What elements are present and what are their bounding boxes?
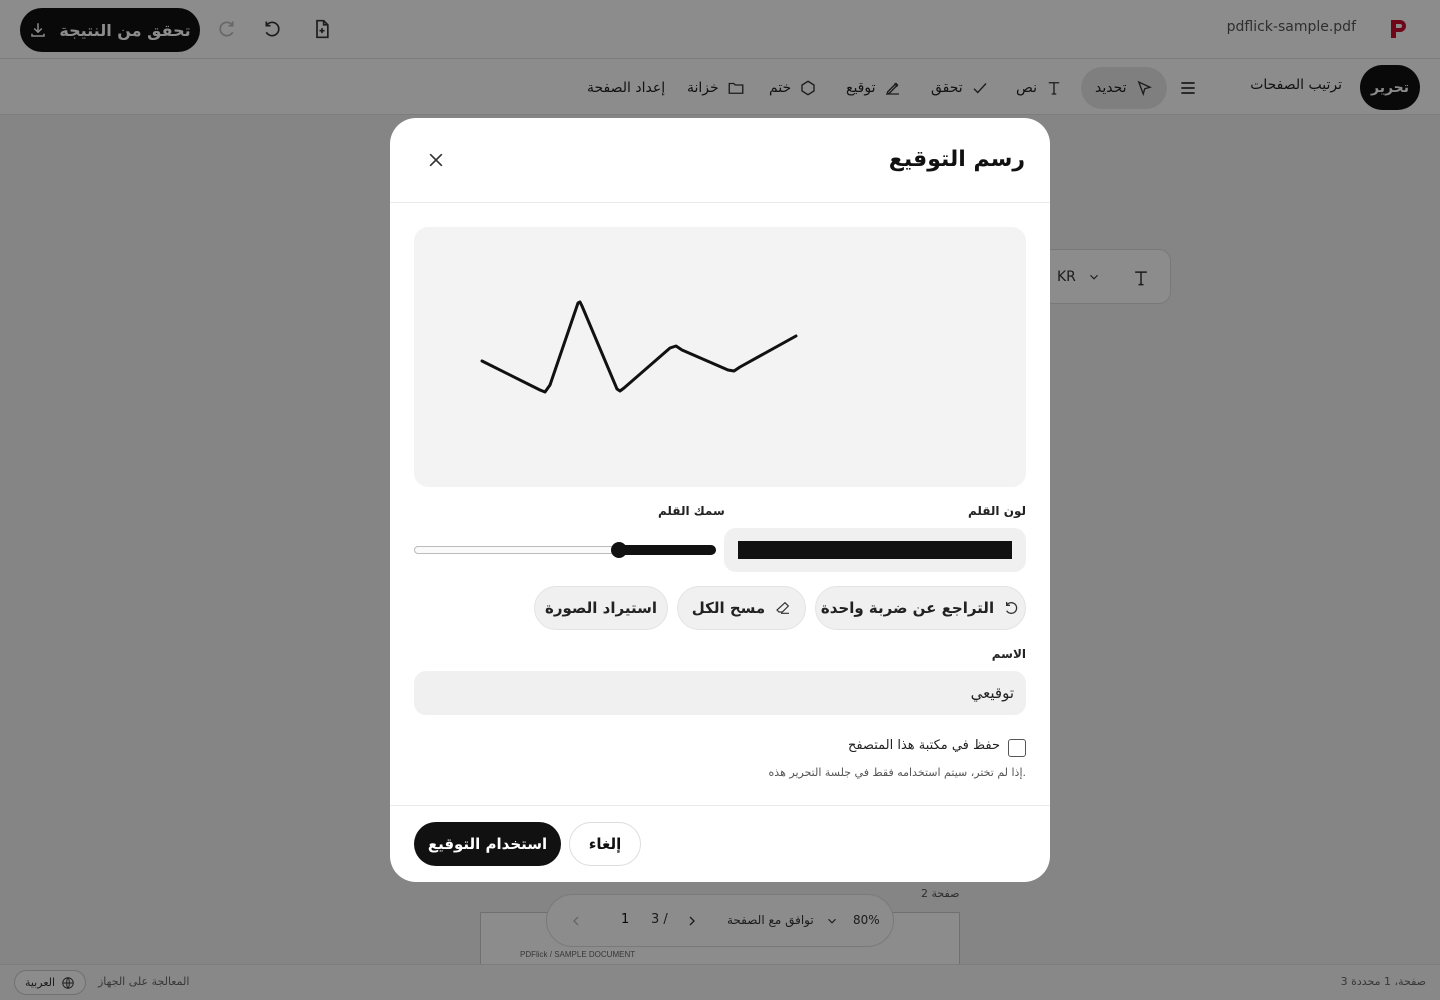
- draw-signature-dialog: رسم التوقيع لون القلم سمك القلم التراجع …: [390, 118, 1050, 882]
- import-image-label: استيراد الصورة: [545, 599, 657, 617]
- dialog-title: رسم التوقيع: [888, 147, 1025, 172]
- pen-color-label: لون القلم: [967, 504, 1026, 518]
- undo-stroke-button[interactable]: التراجع عن ضربة واحدة: [815, 586, 1026, 630]
- signature-canvas[interactable]: [414, 227, 1026, 487]
- clear-all-button[interactable]: مسح الكل: [677, 586, 806, 630]
- divider: [390, 805, 1050, 806]
- divider: [390, 202, 1050, 203]
- clear-all-label: مسح الكل: [691, 599, 766, 617]
- save-to-library-checkbox[interactable]: [1008, 739, 1026, 757]
- save-hint: إذا لم تختر، سيتم استخدامه فقط في جلسة ا…: [768, 766, 1026, 779]
- use-signature-button[interactable]: استخدام التوقيع: [414, 822, 561, 866]
- pen-width-slider[interactable]: [414, 540, 716, 560]
- cancel-button[interactable]: إلغاء: [569, 822, 641, 866]
- slider-fill: [619, 545, 716, 555]
- name-label: الاسم: [991, 647, 1026, 661]
- pen-width-label: سمك القلم: [658, 504, 725, 518]
- pen-color-picker[interactable]: [724, 528, 1026, 572]
- signature-name-input[interactable]: [414, 671, 1026, 715]
- pen-color-swatch: [738, 541, 1012, 559]
- import-image-button[interactable]: استيراد الصورة: [534, 586, 668, 630]
- slider-thumb[interactable]: [611, 542, 627, 558]
- save-to-library-label: حفظ في مكتبة هذا المتصفح: [847, 738, 1000, 753]
- undo-icon: [1006, 602, 1018, 614]
- undo-stroke-label: التراجع عن ضربة واحدة: [820, 599, 995, 617]
- signature-stroke: [480, 300, 798, 394]
- eraser-icon: [776, 601, 790, 614]
- close-icon[interactable]: [426, 150, 446, 170]
